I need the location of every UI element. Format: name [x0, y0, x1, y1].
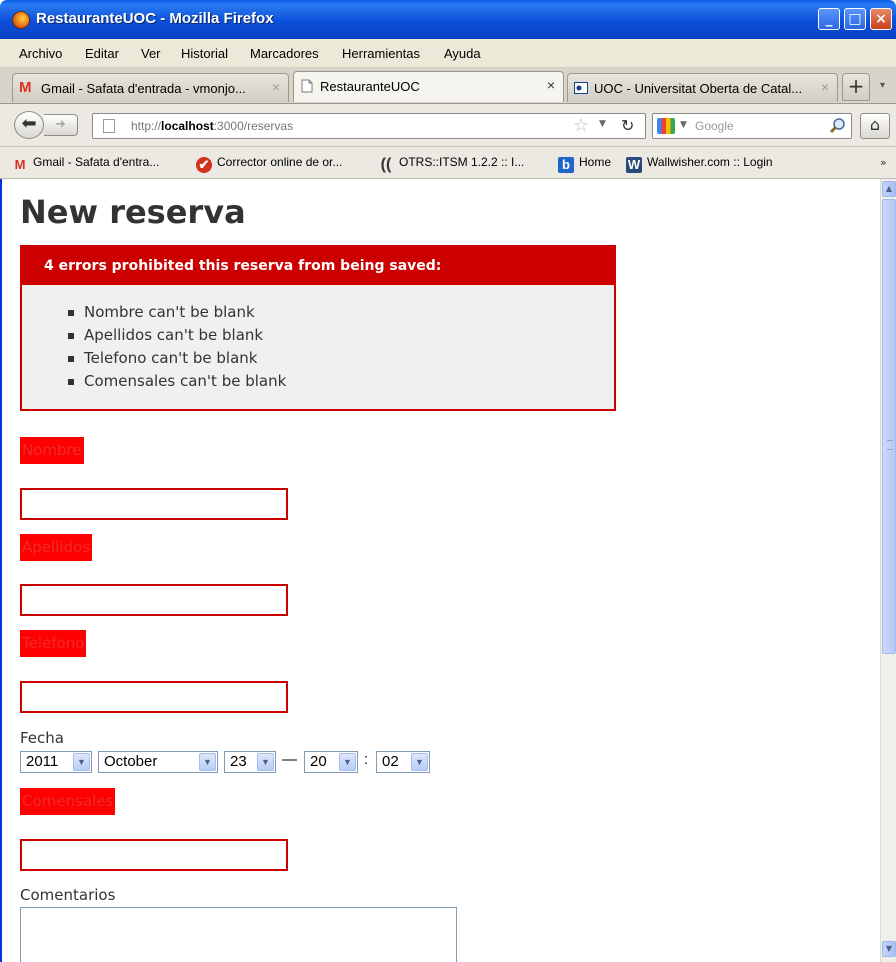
tab-restauranteuoc[interactable]: RestauranteUOC × — [293, 71, 564, 102]
month-select[interactable]: October ▼ — [98, 751, 218, 773]
bookmarks-bar: M Gmail - Safata d'entra... ✔ Corrector on… — [0, 147, 896, 179]
day-select[interactable]: 23 ▼ — [224, 751, 276, 773]
gmail-icon: M — [14, 157, 26, 172]
error-explanation: 4 errors prohibited this reserva from be… — [20, 245, 616, 411]
bookmark-otrs[interactable]: ((OTRS::ITSM 1.2.2 :: I... — [378, 155, 525, 173]
window-title: RestauranteUOC - Mozilla Firefox — [36, 10, 274, 27]
error-item: Comensales can't be blank — [62, 370, 286, 393]
bookmark-star-icon[interactable]: ☆ — [573, 115, 589, 136]
page-icon — [103, 119, 115, 133]
vertical-scrollbar[interactable]: ▲ ▼ — [880, 179, 896, 962]
tab-label: Gmail - Safata d'entrada - vmonjo... — [41, 81, 246, 96]
close-tab-icon[interactable]: × — [821, 79, 829, 95]
firefox-window: RestauranteUOC - Mozilla Firefox _ □ × A… — [0, 0, 896, 962]
minimize-button[interactable]: _ — [818, 8, 840, 30]
telefono-input[interactable] — [20, 681, 288, 713]
menu-editar[interactable]: Editar — [85, 46, 119, 61]
tab-bar: M Gmail - Safata d'entrada - vmonjo... ×… — [0, 68, 896, 104]
hour-select[interactable]: 20 ▼ — [304, 751, 358, 773]
bookmark-corrector[interactable]: ✔ Corrector online de or... — [196, 155, 342, 173]
bookmark-home[interactable]: b Home — [558, 155, 611, 173]
close-tab-icon[interactable]: × — [547, 77, 555, 93]
tab-list-dropdown-icon[interactable]: ▾ — [880, 80, 885, 91]
search-bar[interactable]: ▼ Google — [652, 113, 852, 139]
menu-archivo[interactable]: Archivo — [19, 46, 62, 61]
menu-historial[interactable]: Historial — [181, 46, 228, 61]
chevron-down-icon: ▼ — [411, 753, 428, 771]
chevron-down-icon: ▼ — [199, 753, 216, 771]
title-bar: RestauranteUOC - Mozilla Firefox _ □ × — [0, 0, 896, 39]
menu-bar: Archivo Editar Ver Historial Marcadores … — [0, 39, 896, 68]
tab-label: UOC - Universitat Oberta de Catal... — [594, 81, 803, 96]
search-input[interactable]: Google — [695, 119, 734, 133]
date-time-separator: — — [282, 751, 297, 768]
comentarios-textarea[interactable] — [20, 907, 457, 962]
page-icon — [300, 79, 314, 93]
menu-ayuda[interactable]: Ayuda — [444, 46, 481, 61]
otrs-icon: (( — [380, 156, 392, 173]
nombre-input[interactable] — [20, 488, 288, 520]
uoc-icon — [574, 81, 588, 95]
new-tab-button[interactable]: + — [842, 73, 870, 101]
page-title: New reserva — [20, 193, 246, 231]
navigation-bar: ➜ ⬅ http://localhost:3000/reservas ☆ ▼ ↻… — [0, 104, 896, 147]
bookmark-wallwisher[interactable]: W Wallwisher.com :: Login — [626, 155, 773, 173]
close-tab-icon[interactable]: × — [272, 79, 280, 95]
error-item: Telefono can't be blank — [62, 347, 286, 370]
google-icon[interactable] — [657, 118, 675, 134]
maximize-button[interactable]: □ — [844, 8, 866, 30]
url-dropdown-icon[interactable]: ▼ — [599, 119, 606, 129]
back-button[interactable]: ⬅ — [14, 111, 44, 139]
tab-uoc[interactable]: UOC - Universitat Oberta de Catal... × — [567, 73, 838, 102]
search-icon[interactable] — [829, 117, 847, 135]
firefox-icon — [12, 11, 30, 29]
apellidos-input[interactable] — [20, 584, 288, 616]
nombre-label: Nombre — [20, 437, 84, 464]
page-content: New reserva 4 errors prohibited this res… — [0, 179, 880, 962]
year-select[interactable]: 2011 ▼ — [20, 751, 92, 773]
menu-ver[interactable]: Ver — [141, 46, 161, 61]
error-item: Nombre can't be blank — [62, 301, 286, 324]
corrector-icon: ✔ — [196, 157, 212, 173]
tab-gmail[interactable]: M Gmail - Safata d'entrada - vmonjo... × — [12, 73, 289, 102]
scrollbar-thumb[interactable] — [882, 199, 896, 654]
comensales-input[interactable] — [20, 839, 288, 871]
error-item: Apellidos can't be blank — [62, 324, 286, 347]
error-header: 4 errors prohibited this reserva from be… — [22, 247, 614, 285]
comentarios-label: Comentarios — [20, 886, 116, 904]
telefono-label: Telefono — [20, 630, 87, 657]
more-bookmarks-icon[interactable]: » — [880, 156, 887, 169]
w-icon: W — [626, 157, 642, 173]
gmail-icon: M — [19, 79, 32, 96]
tab-label: RestauranteUOC — [320, 79, 420, 94]
reload-icon[interactable]: ↻ — [621, 116, 634, 135]
forward-button[interactable]: ➜ — [44, 114, 78, 136]
minute-select[interactable]: 02 ▼ — [376, 751, 430, 773]
close-window-button[interactable]: × — [870, 8, 892, 30]
fecha-label: Fecha — [20, 729, 64, 747]
scroll-down-icon[interactable]: ▼ — [882, 941, 896, 957]
url-bar[interactable]: http://localhost:3000/reservas ☆ ▼ ↻ — [92, 113, 646, 139]
time-separator: : — [364, 751, 369, 768]
scroll-up-icon[interactable]: ▲ — [882, 181, 896, 197]
chevron-down-icon: ▼ — [257, 753, 274, 771]
bookmark-gmail[interactable]: M Gmail - Safata d'entra... — [12, 155, 160, 173]
home-button[interactable]: ⌂ — [860, 113, 890, 139]
menu-herramientas[interactable]: Herramientas — [342, 46, 420, 61]
search-engine-dropdown-icon[interactable]: ▼ — [680, 120, 687, 130]
chevron-down-icon: ▼ — [73, 753, 90, 771]
chevron-down-icon: ▼ — [339, 753, 356, 771]
b-icon: b — [558, 157, 574, 173]
apellidos-label: Apellidos — [20, 534, 93, 561]
error-list: Nombre can't be blank Apellidos can't be… — [62, 301, 286, 393]
comensales-label: Comensales — [20, 788, 116, 815]
menu-marcadores[interactable]: Marcadores — [250, 46, 319, 61]
url-text[interactable]: http://localhost:3000/reservas — [131, 119, 293, 133]
